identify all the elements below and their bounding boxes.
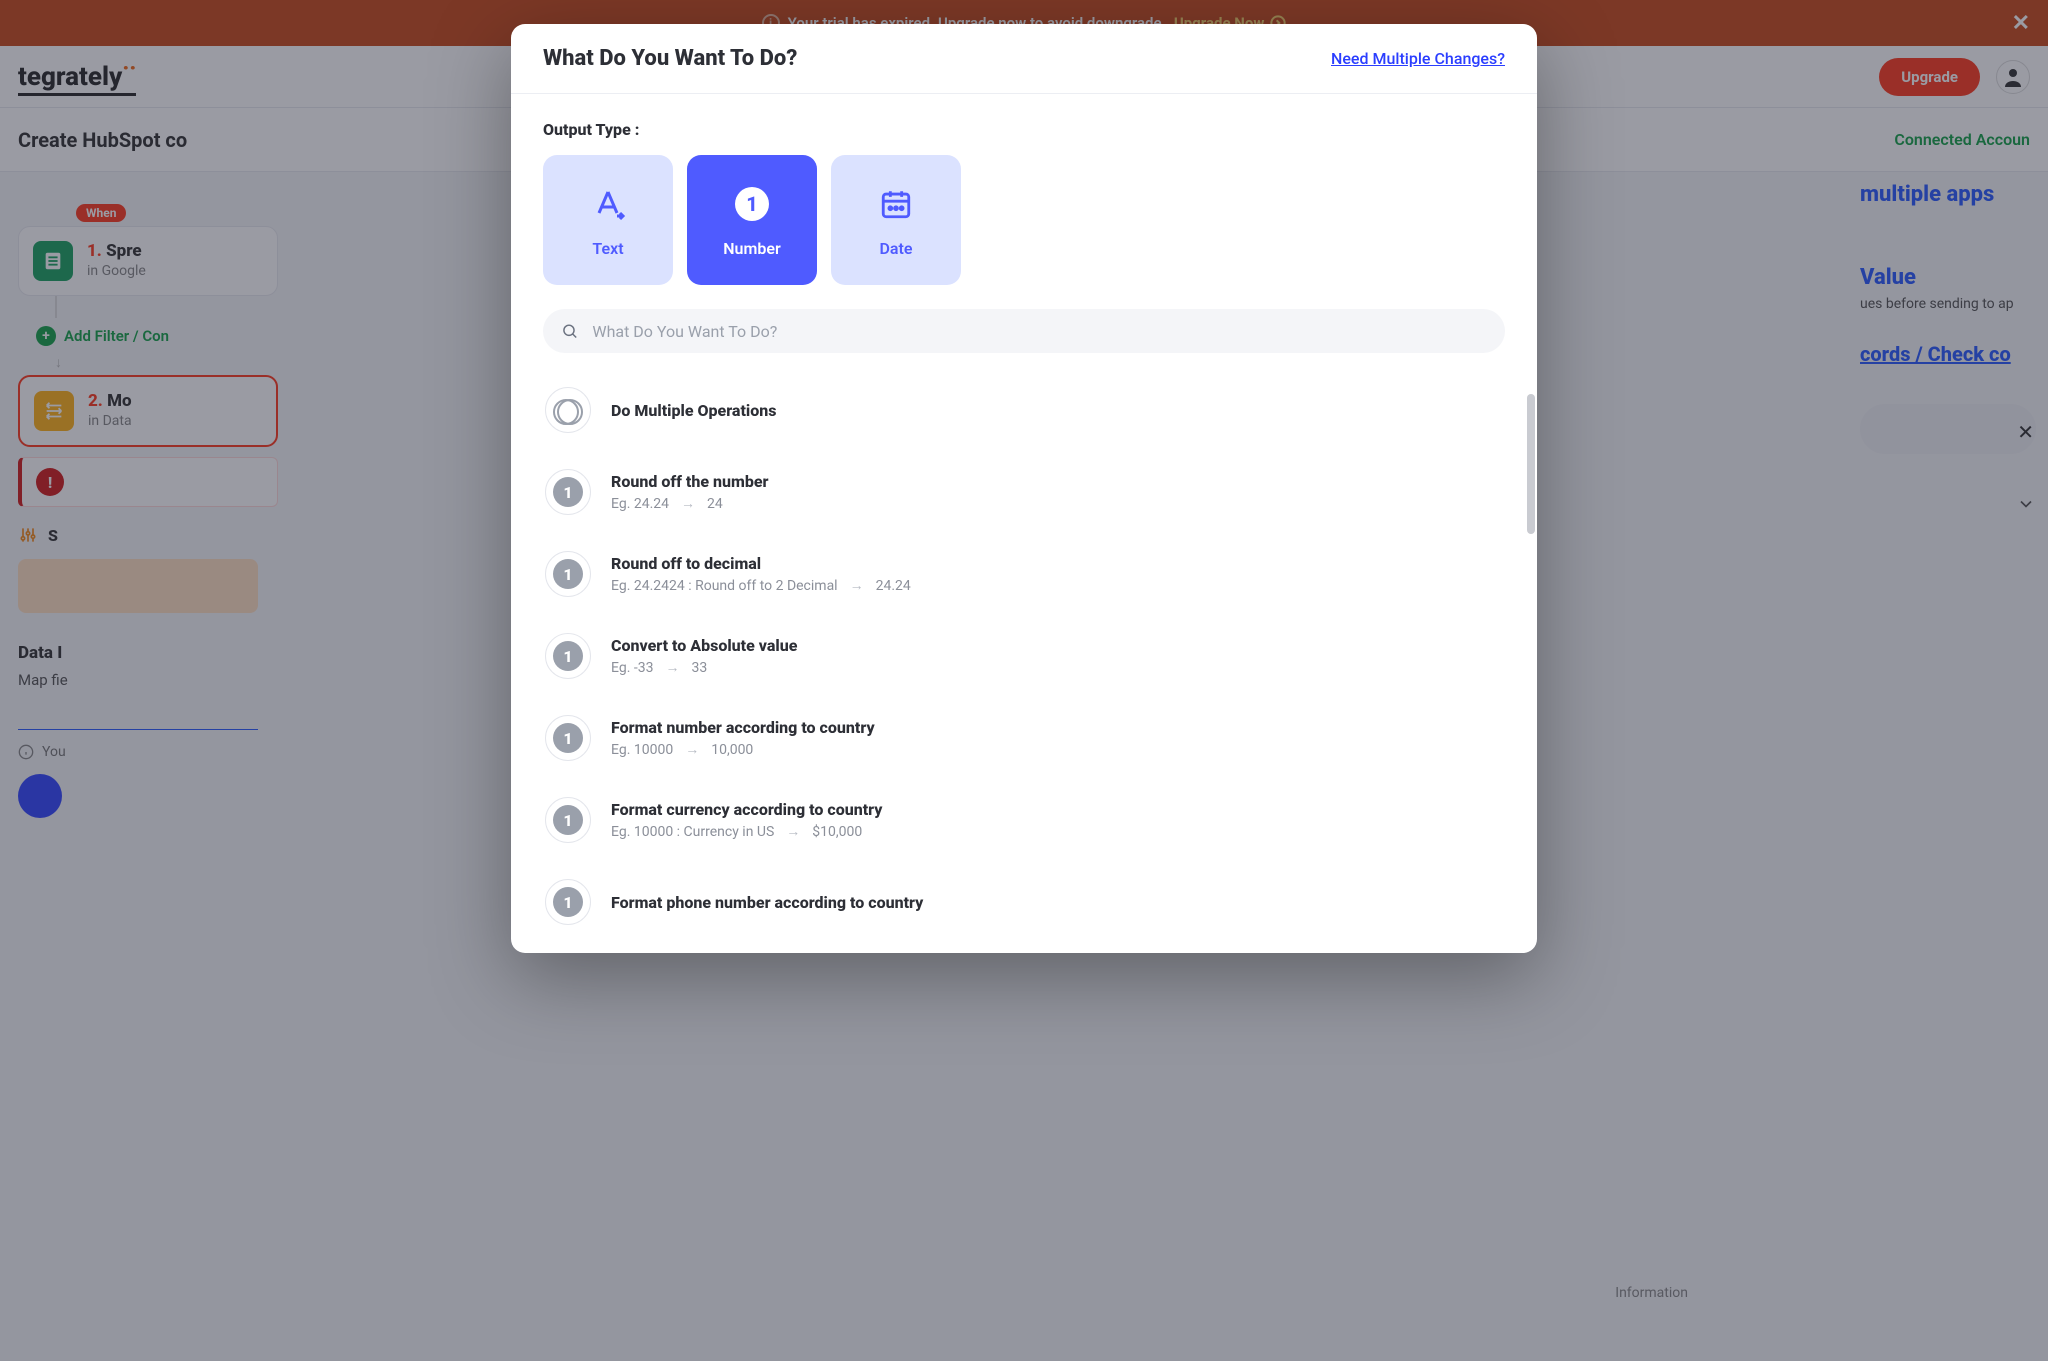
multiple-changes-link[interactable]: Need Multiple Changes? <box>1331 49 1505 68</box>
number-icon: 1 <box>731 183 773 225</box>
number-badge-icon: 1 <box>545 797 591 843</box>
calendar-icon <box>875 183 917 225</box>
op-format-currency-country[interactable]: 1 Format currency according to country E… <box>543 779 1505 861</box>
number-badge-icon: 1 <box>545 715 591 761</box>
number-badge-icon: 1 <box>545 633 591 679</box>
operation-search[interactable] <box>543 309 1505 353</box>
op-round-decimal[interactable]: 1 Round off to decimal Eg. 24.2424 : Rou… <box>543 533 1505 615</box>
op-multiple-operations[interactable]: Do Multiple Operations <box>543 369 1505 451</box>
search-icon <box>561 322 578 340</box>
arrow-right-icon: → <box>665 659 679 676</box>
output-type-date[interactable]: Date <box>831 155 961 285</box>
output-type-row: Text 1 Number Date <box>543 155 1505 285</box>
scrollbar[interactable] <box>1527 394 1535 534</box>
arrow-right-icon: → <box>850 577 864 594</box>
output-type-text[interactable]: Text <box>543 155 673 285</box>
op-format-phone-country[interactable]: 1 Format phone number according to count… <box>543 861 1505 943</box>
modal-title: What Do You Want To Do? <box>543 46 797 71</box>
operation-list: Do Multiple Operations 1 Round off the n… <box>543 369 1505 943</box>
op-round-off[interactable]: 1 Round off the number Eg. 24.24 → 24 <box>543 451 1505 533</box>
op-absolute-value[interactable]: 1 Convert to Absolute value Eg. -33 → 33 <box>543 615 1505 697</box>
venn-icon <box>545 387 591 433</box>
operation-search-input[interactable] <box>592 322 1487 341</box>
operation-picker-modal: What Do You Want To Do? Need Multiple Ch… <box>511 24 1537 953</box>
output-type-label: Output Type : <box>543 120 1505 139</box>
number-badge-icon: 1 <box>545 469 591 515</box>
arrow-right-icon: → <box>685 741 699 758</box>
number-badge-icon: 1 <box>545 551 591 597</box>
text-icon <box>587 183 629 225</box>
output-type-number[interactable]: 1 Number <box>687 155 817 285</box>
arrow-right-icon: → <box>681 495 695 512</box>
op-format-number-country[interactable]: 1 Format number according to country Eg.… <box>543 697 1505 779</box>
arrow-right-icon: → <box>786 823 800 840</box>
number-badge-icon: 1 <box>545 879 591 925</box>
